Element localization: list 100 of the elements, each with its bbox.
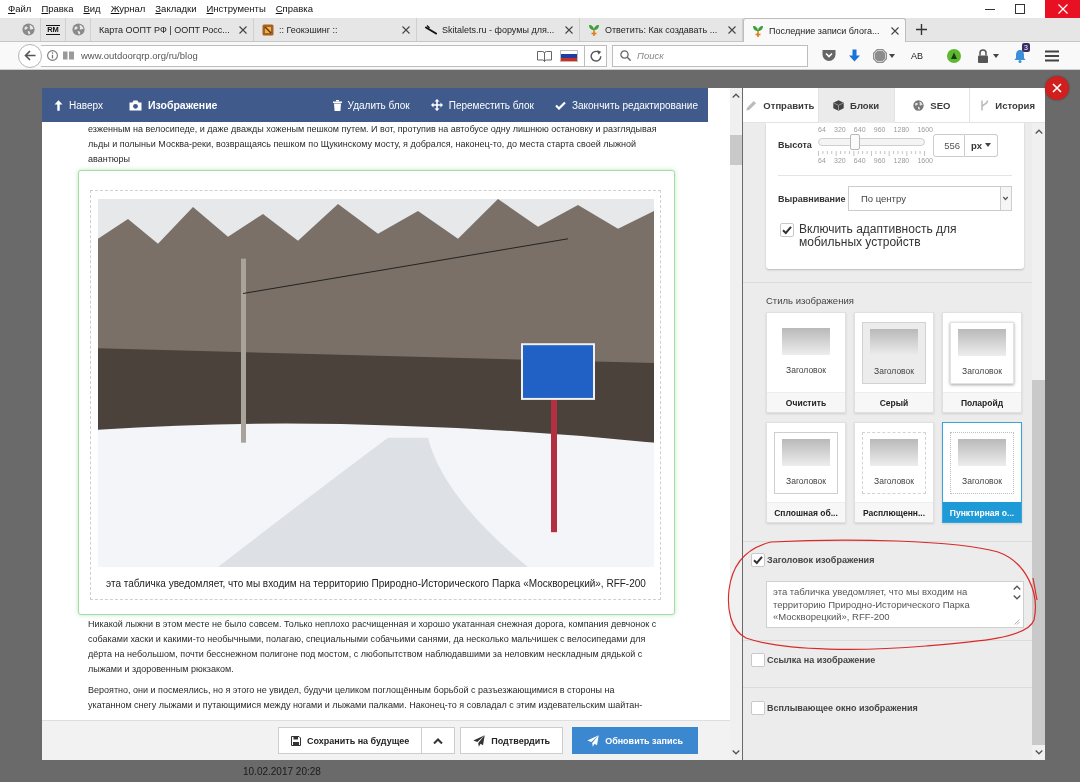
caret-icon [985,143,992,147]
chevron-up-icon [433,737,444,744]
browser-tab[interactable]: Последние записи блога... [743,18,906,42]
field-label: Высота [778,140,813,150]
panel-tab[interactable]: История [970,88,1045,123]
menu-item[interactable]: Справка [270,2,319,16]
pocket-icon[interactable] [822,49,836,62]
browser-tab[interactable]: :: Геокэшинг :: [254,18,417,41]
browser-tab[interactable]: Карта ООПТ РФ | ООПТ Росс... [91,18,254,41]
date-text: 10.02.2017 20:28 [243,765,321,777]
search-field[interactable]: Поиск [612,44,808,67]
caret-icon [993,53,999,58]
reload-icon [589,49,602,62]
slider-ticks-icon [818,151,925,156]
unit-dropdown[interactable]: px [965,133,998,157]
browser-tab[interactable]: Skitalets.ru - форумы для... [417,18,580,41]
close-icon [1057,4,1068,14]
section-title: Стиль изображения [766,295,855,307]
geocache-icon [262,23,274,36]
chevron-up-icon [732,92,740,98]
preview-caption: Заголовок [874,365,914,376]
back-button[interactable] [18,43,42,68]
download-icon[interactable] [848,49,861,62]
sprout-icon [752,24,764,37]
slider-thumb[interactable] [850,134,860,150]
trash-icon [332,99,342,111]
image-style-option[interactable]: Заголовок Поларойд [942,312,1022,413]
caret-icon [1000,187,1011,210]
image-thumbnail-icon [870,328,918,356]
page-icon [63,51,74,60]
reload-button[interactable] [585,44,607,67]
menu-item[interactable]: Инструменты [201,2,271,16]
resize-grip-icon[interactable] [1014,619,1020,625]
height-slider[interactable] [818,134,925,150]
stop-sign-icon[interactable] [873,48,887,63]
extension-icon[interactable] [947,48,961,63]
close-window-button[interactable] [1045,0,1080,18]
image-style-option[interactable]: Заголовок Расплющенн... [854,422,934,523]
caption-textarea[interactable]: эта табличка уведомляет, что мы входим на территорию Природно-Исторического Парка «Москворецкий», RFF-200 [766,581,1024,628]
caret-icon [889,53,895,58]
checkbox[interactable] [751,701,765,715]
move-arrows-icon [430,99,443,111]
image-thumbnail-icon [870,438,918,466]
move-block-button[interactable]: Переместить блок [430,99,534,111]
image-style-option[interactable]: Заголовок Серый [854,312,934,413]
chevron-up-icon [1034,128,1043,134]
delete-block-button[interactable]: Удалить блок [332,99,410,111]
image-thumbnail-icon [782,438,830,466]
finish-editing-button[interactable]: Закончить редактирование [554,99,698,111]
preview-caption: Заголовок [786,364,826,375]
close-tab-icon[interactable] [565,25,573,34]
address-field[interactable]: www.outdoorqrp.org/ru/blog [41,44,585,67]
globe-icon [21,23,35,36]
image-style-option[interactable]: Заголовок Очистить [766,312,846,413]
confirm-button[interactable]: Подтвердить [460,727,564,754]
image-style-option[interactable]: Заголовок Сплошная об... [766,422,846,523]
scroll-top-button[interactable]: Наверх [54,99,103,111]
scrollbar-thumb[interactable] [1032,380,1045,745]
paper-plane-icon [587,734,600,747]
globe-icon [913,99,925,111]
menu-item[interactable]: Вид [78,2,106,16]
maximize-icon[interactable] [1015,4,1025,14]
close-tab-icon[interactable] [728,25,736,34]
arrow-left-icon [24,50,36,61]
menu-item[interactable]: Журнал [105,2,151,16]
bell-icon[interactable] [1013,48,1027,63]
panel-tab[interactable]: Отправить [743,88,819,123]
padlock-icon[interactable] [977,48,989,63]
menu-item[interactable]: Файл [3,2,37,16]
globe-icon [71,23,85,36]
menu-icon[interactable] [1045,49,1059,62]
close-tab-icon[interactable] [891,26,899,35]
checkbox[interactable] [751,553,765,567]
menu-item[interactable]: Правка [36,2,79,16]
alignment-select[interactable]: По центру [848,186,1012,211]
image-caption: эта табличка уведомляет, что мы входим на территорию Природно-Исторического Парка «Москворецкий», RFF-200 [105,577,647,591]
reader-view-icon[interactable] [537,49,552,62]
checkbox[interactable] [780,223,794,237]
scrollbar-thumb[interactable] [730,135,742,165]
new-tab-plus-icon[interactable] [916,24,927,35]
close-button[interactable] [1045,76,1069,100]
extension-button[interactable]: AB [911,50,923,61]
close-tab-icon[interactable] [402,25,410,34]
expand-button[interactable] [422,727,456,754]
chevron-down-icon [1013,595,1021,600]
preview-caption: Заголовок [786,475,826,486]
image-thumbnail-icon [782,327,830,355]
panel-tab[interactable]: SEO [894,88,971,123]
preview-caption: Заголовок [962,365,1002,376]
menu-item[interactable]: Закладки [150,2,202,16]
close-tab-icon[interactable] [239,25,247,34]
checkmark-icon [554,100,566,110]
image-style-option[interactable]: Заголовок Пунктирная о... [942,422,1022,523]
checkbox[interactable] [751,653,765,667]
save-draft-button[interactable]: Сохранить на будущее [277,727,423,754]
update-post-button[interactable]: Обновить запись [572,727,698,754]
close-icon [1052,83,1062,93]
checkbox-label: Всплывающее окно изображения [767,703,918,713]
branch-icon [980,99,990,111]
image-thumbnail-icon [958,328,1006,356]
